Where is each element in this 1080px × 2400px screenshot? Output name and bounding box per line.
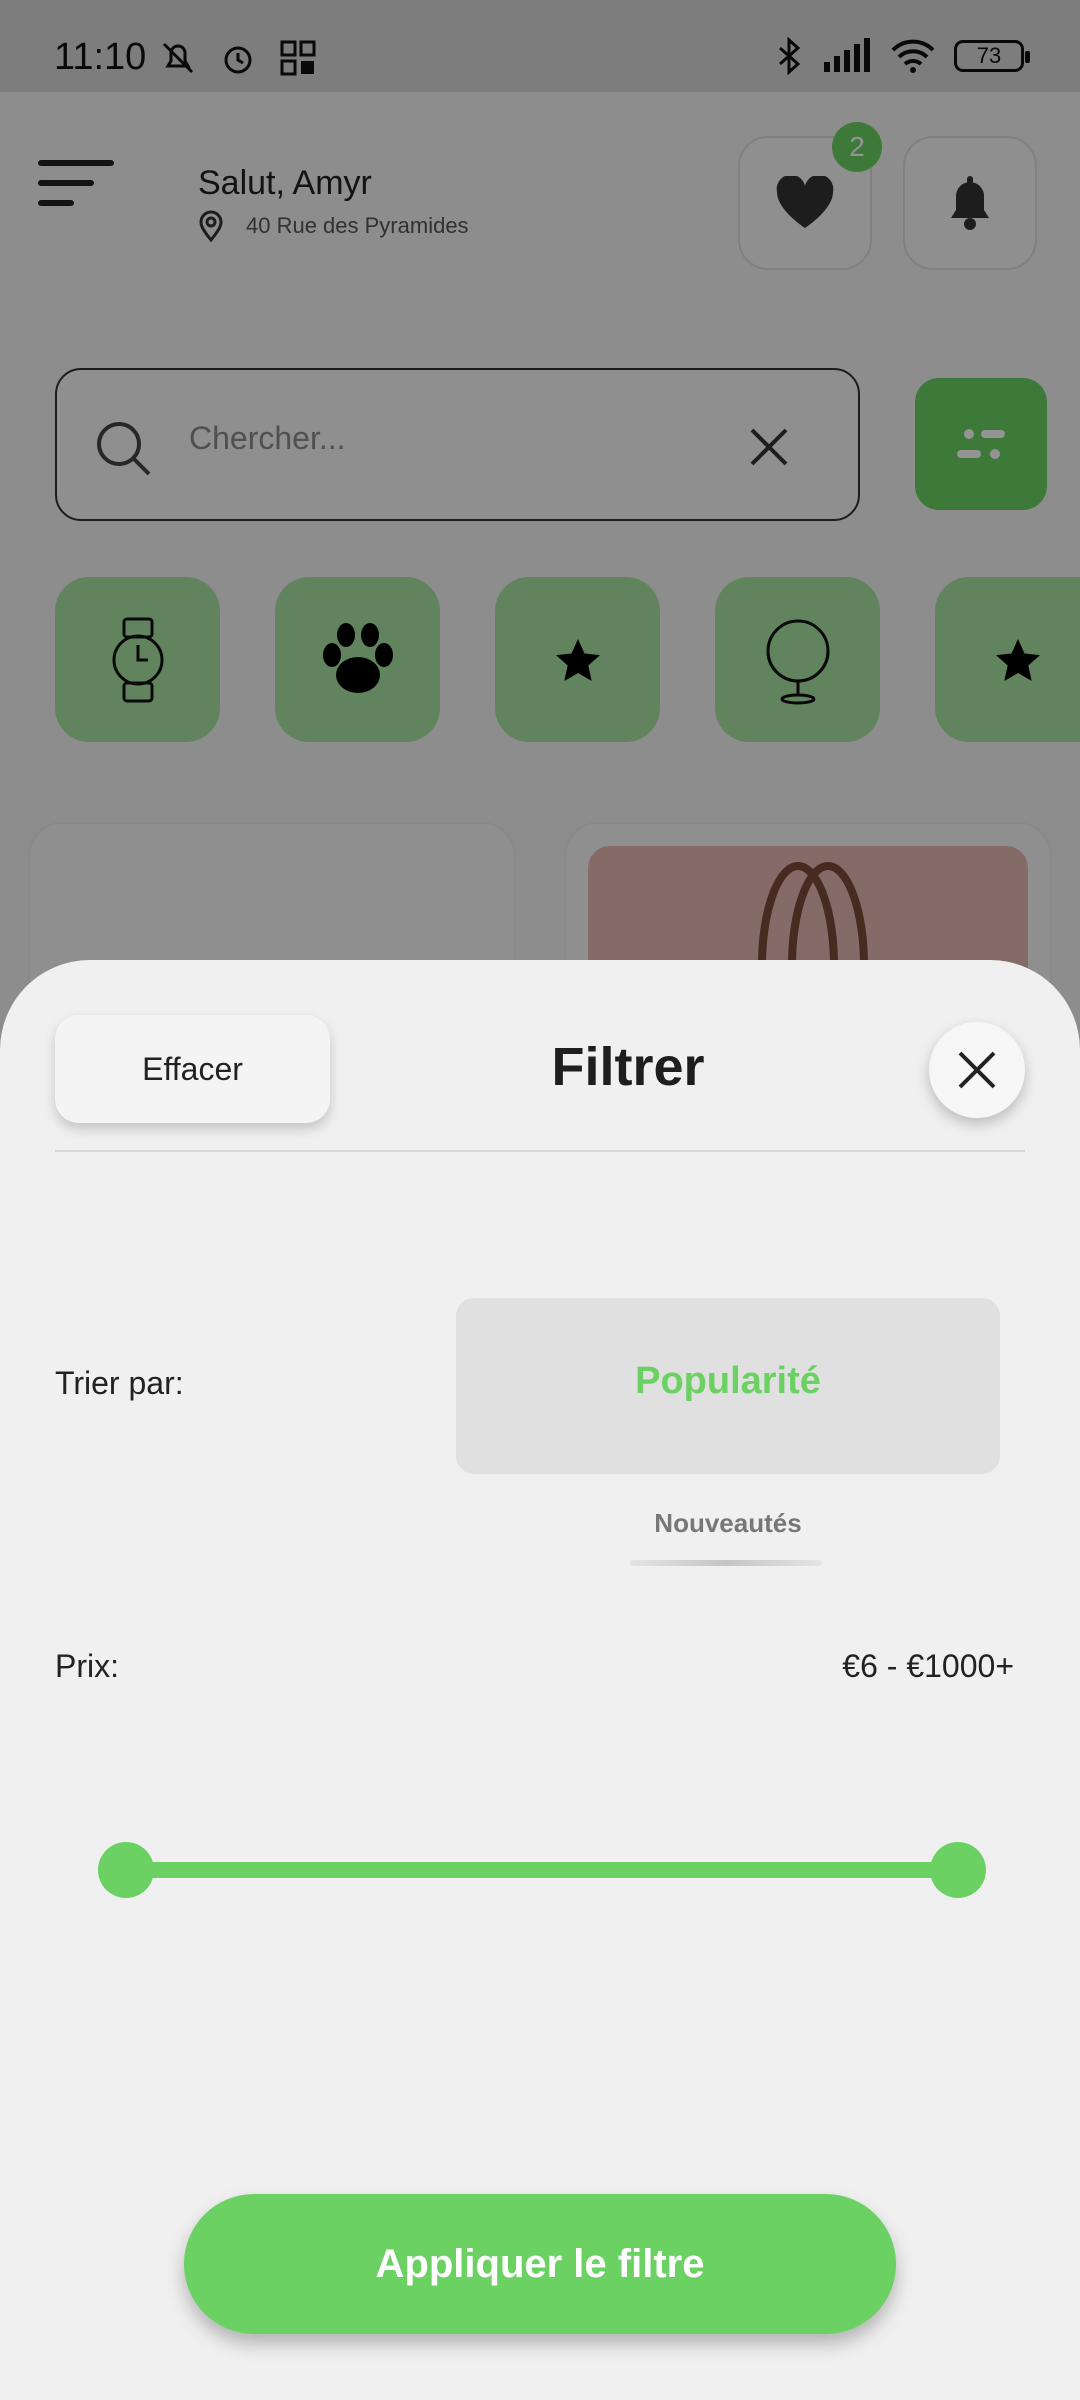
sort-option-faded xyxy=(630,1560,822,1566)
price-slider-track[interactable] xyxy=(125,1862,959,1878)
sort-option-selected[interactable]: Popularité xyxy=(456,1360,1000,1403)
close-sheet-button[interactable] xyxy=(929,1022,1025,1118)
apply-filter-button[interactable]: Appliquer le filtre xyxy=(184,2194,896,2334)
price-range-value: €6 - €1000+ xyxy=(842,1648,1014,1684)
price-slider-max-handle[interactable] xyxy=(930,1842,986,1898)
sheet-title: Filtrer xyxy=(551,1037,705,1097)
price-label: Prix: xyxy=(55,1648,119,1684)
filter-bottom-sheet: Effacer Filtrer Trier par: Popularité No… xyxy=(0,960,1080,2400)
close-icon xyxy=(958,1051,996,1089)
divider xyxy=(55,1150,1025,1152)
price-slider-min-handle[interactable] xyxy=(98,1842,154,1898)
sort-option[interactable]: Nouveautés xyxy=(456,1508,1000,1539)
sort-label: Trier par: xyxy=(55,1365,184,1401)
